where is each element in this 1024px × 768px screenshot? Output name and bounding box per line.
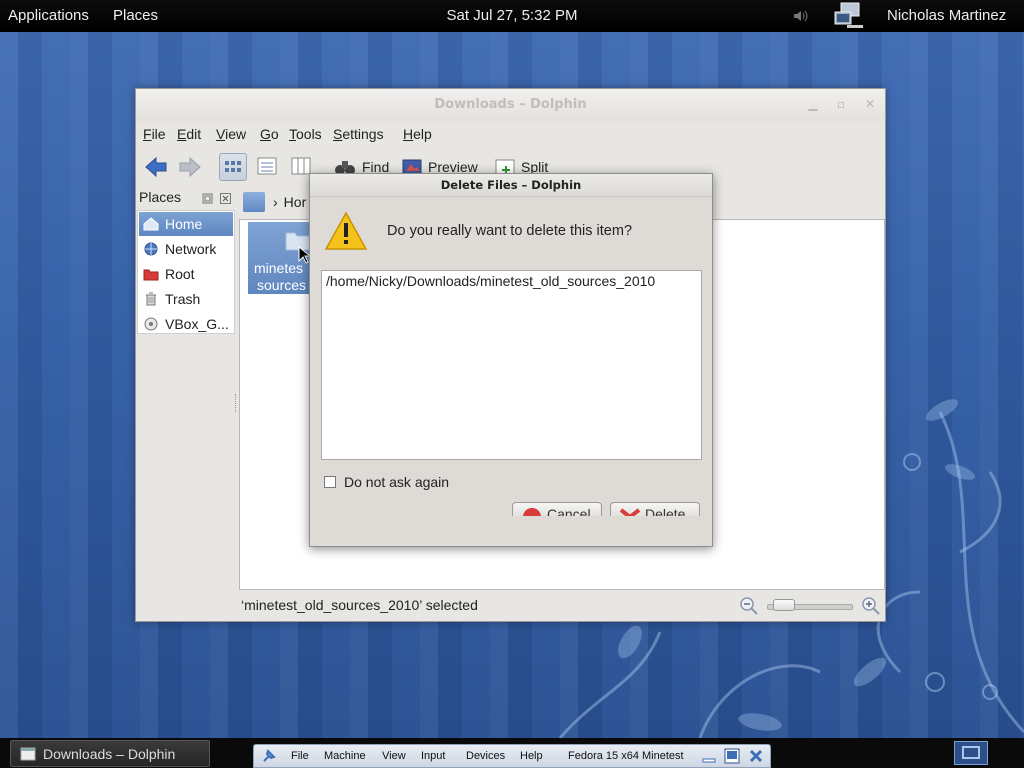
home-crumb-icon[interactable] — [243, 192, 265, 212]
places-list: Home Network Root Trash VBox_G... — [137, 210, 235, 334]
folder-label-line1: minetes — [254, 260, 304, 276]
delete-icon — [619, 508, 641, 516]
forward-icon[interactable] — [178, 153, 202, 181]
pin-icon[interactable] — [260, 747, 278, 765]
place-label: Root — [165, 266, 195, 282]
minimize-icon[interactable]: ▁ — [806, 97, 820, 111]
zoom-slider-handle[interactable] — [773, 599, 795, 611]
chevron-right-icon: › — [273, 194, 278, 210]
virtualbox-menubar: File Machine View Input Devices Help Fed… — [253, 744, 771, 768]
dialog-title: Delete Files – Dolphin — [310, 174, 712, 197]
disc-icon — [144, 317, 158, 331]
vbox-menu-input[interactable]: Input — [421, 750, 445, 762]
place-vbox[interactable]: VBox_G... — [139, 312, 233, 336]
menu-settings[interactable]: Settings — [333, 126, 384, 142]
folder-label-line2: sources — [257, 277, 307, 293]
trash-icon — [146, 292, 156, 306]
place-home[interactable]: Home — [139, 212, 233, 236]
fullscreen-vm-icon[interactable] — [724, 748, 740, 764]
status-text: ‘minetest_old_sources_2010’ selected — [241, 597, 478, 613]
file-path: /home/Nicky/Downloads/minetest_old_sourc… — [326, 273, 656, 289]
vbox-menu-file[interactable]: File — [291, 750, 309, 762]
taskbar-item-dolphin[interactable]: Downloads – Dolphin — [10, 740, 210, 767]
window-icon — [20, 747, 36, 761]
close-vm-icon[interactable] — [748, 748, 764, 764]
dont-ask-label[interactable]: Do not ask again — [344, 474, 449, 490]
place-trash[interactable]: Trash — [139, 287, 233, 311]
workspace-thumbnail — [962, 746, 980, 759]
menubar: File Edit View Go Tools Settings Help — [136, 122, 885, 148]
zoom-out-icon[interactable] — [739, 596, 759, 616]
panel-splitter[interactable] — [235, 394, 239, 412]
taskbar-item-label: Downloads – Dolphin — [43, 746, 176, 762]
icons-view-icon[interactable] — [219, 153, 247, 181]
minimize-vm-icon[interactable] — [701, 749, 717, 765]
place-label: VBox_G... — [165, 316, 229, 332]
menu-edit[interactable]: Edit — [177, 126, 201, 142]
place-label: Network — [165, 241, 217, 257]
red-folder-icon — [143, 269, 159, 281]
place-label: Home — [165, 216, 203, 232]
status-bar: ‘minetest_old_sources_2010’ selected — [241, 595, 881, 617]
details-view-icon[interactable] — [254, 153, 282, 181]
cancel-icon — [523, 508, 541, 516]
breadcrumb-home[interactable]: Hor — [284, 194, 307, 210]
top-panel: Applications Places Sat Jul 27, 5:32 PM … — [0, 0, 1024, 32]
vbox-menu-help[interactable]: Help — [520, 750, 543, 762]
volume-icon[interactable] — [792, 8, 810, 28]
network-icon[interactable] — [833, 2, 867, 34]
float-panel-icon[interactable] — [202, 192, 213, 208]
menu-help[interactable]: Help — [403, 126, 432, 142]
place-root[interactable]: Root — [139, 262, 233, 286]
menu-tools[interactable]: Tools — [289, 126, 322, 142]
menu-view[interactable]: View — [216, 126, 246, 142]
clock[interactable]: Sat Jul 27, 5:32 PM — [0, 7, 1024, 24]
breadcrumb: › Hor — [243, 189, 306, 215]
back-icon[interactable] — [144, 153, 168, 181]
file-list[interactable]: /home/Nicky/Downloads/minetest_old_sourc… — [321, 270, 702, 460]
vbox-menu-view[interactable]: View — [382, 750, 406, 762]
menu-go[interactable]: Go — [260, 126, 279, 142]
close-panel-icon[interactable] — [220, 192, 231, 208]
cancel-button[interactable]: Cancel — [512, 502, 602, 516]
places-header: Places — [139, 189, 182, 205]
maximize-icon[interactable]: ▫ — [834, 97, 848, 111]
vm-name: Fedora 15 x64 Minetest — [568, 750, 684, 762]
delete-label: Delete — [645, 506, 686, 516]
delete-button[interactable]: Delete — [610, 502, 700, 516]
workspace-switcher[interactable] — [954, 741, 988, 765]
vbox-menu-devices[interactable]: Devices — [466, 750, 505, 762]
window-title: Downloads – Dolphin — [136, 89, 885, 121]
dont-ask-checkbox[interactable] — [324, 476, 336, 488]
place-network[interactable]: Network — [139, 237, 233, 261]
vbox-menu-machine[interactable]: Machine — [324, 750, 366, 762]
delete-dialog: Delete Files – Dolphin Do you really wan… — [309, 173, 713, 547]
zoom-in-icon[interactable] — [861, 596, 881, 616]
home-icon — [143, 217, 159, 231]
cancel-label: Cancel — [547, 506, 591, 516]
globe-icon — [144, 242, 158, 256]
places-panel: Places Home Network Root Trash VBox_G... — [136, 186, 235, 616]
dialog-question: Do you really want to delete this item? — [387, 223, 633, 239]
place-label: Trash — [165, 291, 201, 307]
warning-icon — [324, 211, 368, 250]
menu-file[interactable]: File — [143, 126, 166, 142]
close-icon[interactable]: ✕ — [863, 97, 877, 111]
user-menu[interactable]: Nicholas Martinez — [887, 7, 1006, 24]
